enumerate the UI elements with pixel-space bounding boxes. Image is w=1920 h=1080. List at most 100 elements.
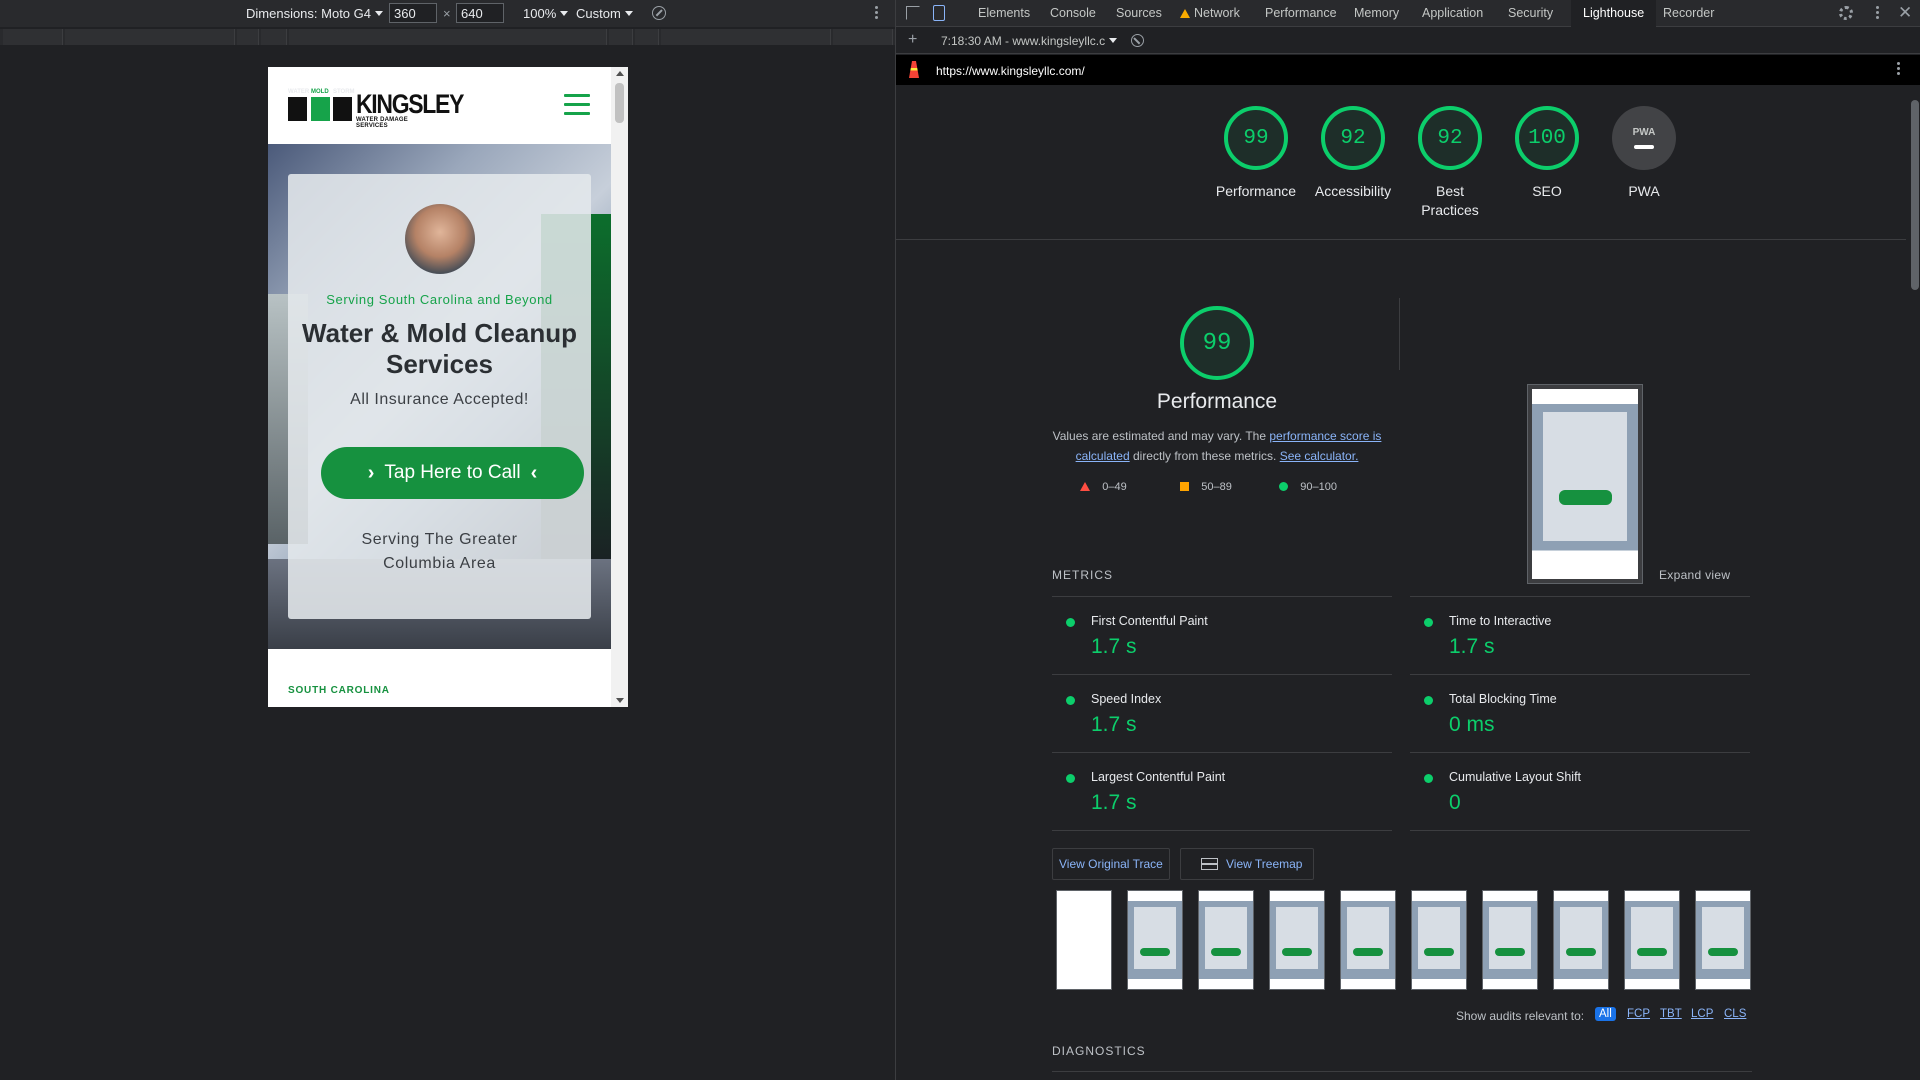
clear-report-icon[interactable] xyxy=(1131,34,1144,47)
metric-name: Cumulative Layout Shift xyxy=(1449,770,1582,784)
report-menu-icon[interactable] xyxy=(1896,62,1900,78)
pass-circle-icon xyxy=(1424,696,1433,705)
view-original-trace-button[interactable]: View Original Trace xyxy=(1052,848,1170,880)
hero-subtitle: All Insurance Accepted! xyxy=(350,391,529,408)
chevron-right-icon: › xyxy=(367,461,375,484)
height-input[interactable] xyxy=(456,3,504,23)
close-icon[interactable]: ✕ xyxy=(1898,3,1912,23)
filmstrip-frame xyxy=(1695,890,1751,990)
report-url[interactable]: https://www.kingsleyllc.com/ xyxy=(936,64,1085,78)
tab-label: Network xyxy=(1194,6,1240,20)
filmstrip-frame xyxy=(1269,890,1325,990)
scroll-down-icon[interactable] xyxy=(616,698,624,703)
scroll-up-icon[interactable] xyxy=(616,71,624,76)
emulated-viewport[interactable]: WATER MOLD STORM KINGSLEY WATER DAMAGE S… xyxy=(268,67,628,707)
filter-tbt[interactable]: TBT xyxy=(1660,1008,1682,1020)
serving-area-line: Columbia Area xyxy=(383,555,496,572)
filmstrip-frame xyxy=(1553,890,1609,990)
rotate-icon[interactable] xyxy=(652,6,666,20)
serving-area: Serving The Greater Columbia Area xyxy=(288,528,591,576)
pass-circle-icon xyxy=(1424,774,1433,783)
device-select[interactable]: Dimensions: Moto G4 xyxy=(246,6,383,21)
gauge-score: 92 xyxy=(1321,106,1385,170)
filter-fcp[interactable]: FCP xyxy=(1627,1008,1650,1020)
tab-elements[interactable]: Elements xyxy=(976,0,1032,27)
chevron-down-icon xyxy=(375,11,383,16)
width-input[interactable] xyxy=(389,3,437,23)
hero-title: Water & Mold Cleanup Services xyxy=(302,318,577,379)
tab-sources[interactable]: Sources xyxy=(1114,0,1164,27)
filmstrip-frame xyxy=(1198,890,1254,990)
metric-fcp: First Contentful Paint 1.7 s xyxy=(1052,596,1392,674)
metric-tbt: Total Blocking Time 0 ms xyxy=(1410,674,1750,752)
kingsley-logo[interactable]: WATER MOLD STORM KINGSLEY WATER DAMAGE S… xyxy=(288,89,464,129)
view-treemap-button[interactable]: View Treemap xyxy=(1180,848,1314,880)
gauge-label: PWA xyxy=(1628,183,1660,199)
performance-section: 99 Performance Values are estimated and … xyxy=(896,240,1906,600)
tab-lighthouse[interactable]: Lighthouse xyxy=(1571,0,1657,27)
storm-icon xyxy=(333,97,352,121)
logo-brand: KINGSLEY xyxy=(356,89,464,119)
gauge-best-practices[interactable]: 92 Best Practices xyxy=(1400,106,1500,220)
gauge-accessibility[interactable]: 92 Accessibility xyxy=(1303,106,1403,201)
site-header: WATER MOLD STORM KINGSLEY WATER DAMAGE S… xyxy=(268,67,611,144)
filmstrip-frame xyxy=(1482,890,1538,990)
hamburger-menu-icon[interactable] xyxy=(564,94,590,116)
tab-memory[interactable]: Memory xyxy=(1352,0,1401,27)
metric-name: First Contentful Paint xyxy=(1091,614,1208,628)
metric-name: Time to Interactive xyxy=(1449,614,1552,628)
report-scrollbar[interactable] xyxy=(1908,86,1920,1080)
metric-speed-index: Speed Index 1.7 s xyxy=(1052,674,1392,752)
report-select[interactable]: 7:18:30 AM - www.kingsleyllc.c xyxy=(941,34,1118,48)
device-toolbar: Dimensions: Moto G4 × 100% Custom xyxy=(0,0,895,27)
lighthouse-logo-icon xyxy=(909,61,919,78)
tab-console[interactable]: Console xyxy=(1048,0,1098,27)
owner-avatar xyxy=(405,204,475,274)
more-options-icon[interactable] xyxy=(874,6,878,22)
metric-value: 0 ms xyxy=(1449,713,1495,736)
tab-application[interactable]: Application xyxy=(1420,0,1485,27)
inspect-element-icon[interactable] xyxy=(906,6,920,20)
gauge-pwa[interactable]: PWA PWA xyxy=(1594,106,1694,201)
tab-network[interactable]: Network xyxy=(1178,0,1242,27)
throttle-select[interactable]: Custom xyxy=(576,6,633,21)
filter-cls[interactable]: CLS xyxy=(1724,1008,1746,1020)
gauge-seo[interactable]: 100 SEO xyxy=(1497,106,1597,201)
call-button-label: Tap Here to Call xyxy=(384,462,521,483)
legend-average: 50–89 xyxy=(1201,481,1232,493)
legend-fail: 0–49 xyxy=(1102,481,1127,493)
treemap-label: View Treemap xyxy=(1226,857,1303,871)
pass-circle-icon xyxy=(1279,482,1288,491)
viewport-scrollbar[interactable] xyxy=(611,67,628,707)
metric-tti: Time to Interactive 1.7 s xyxy=(1410,596,1750,674)
hero-card: Serving South Carolina and Beyond Water … xyxy=(288,174,591,619)
tab-security[interactable]: Security xyxy=(1506,0,1555,27)
scroll-thumb[interactable] xyxy=(615,83,624,123)
average-square-icon xyxy=(1180,482,1189,491)
logo-tagline: WATER DAMAGE SERVICES xyxy=(356,117,408,129)
tab-performance[interactable]: Performance xyxy=(1263,0,1339,27)
zoom-select[interactable]: 100% xyxy=(523,6,569,21)
settings-gear-icon[interactable] xyxy=(1839,6,1853,20)
gauge-score: 100 xyxy=(1515,106,1579,170)
filmstrip-frame xyxy=(1411,890,1467,990)
filter-all[interactable]: All xyxy=(1595,1007,1616,1021)
pwa-badge-text: PWA xyxy=(1632,127,1656,138)
logo-word-water: WATER xyxy=(288,89,310,95)
audit-filter-label: Show audits relevant to: xyxy=(1456,1009,1585,1023)
gauge-performance[interactable]: 99 Performance xyxy=(1206,106,1306,201)
filmstrip-frame xyxy=(1340,890,1396,990)
see-calculator-link[interactable]: See calculator. xyxy=(1280,449,1359,463)
metrics-heading: METRICS xyxy=(1052,568,1113,582)
device-toggle-icon[interactable] xyxy=(933,5,945,21)
final-screenshot[interactable] xyxy=(1527,384,1643,584)
scroll-thumb[interactable] xyxy=(1911,100,1919,290)
more-options-icon[interactable] xyxy=(1875,6,1879,22)
tap-to-call-button[interactable]: › Tap Here to Call ‹ xyxy=(321,447,584,499)
new-report-icon[interactable]: + xyxy=(908,31,917,49)
dimension-separator: × xyxy=(443,6,451,21)
tab-recorder[interactable]: Recorder xyxy=(1661,0,1716,27)
expand-view-toggle[interactable]: Expand view xyxy=(1659,568,1730,582)
filter-lcp[interactable]: LCP xyxy=(1691,1008,1713,1020)
score-gauges: 99 Performance 92 Accessibility 92 Best … xyxy=(896,86,1906,240)
